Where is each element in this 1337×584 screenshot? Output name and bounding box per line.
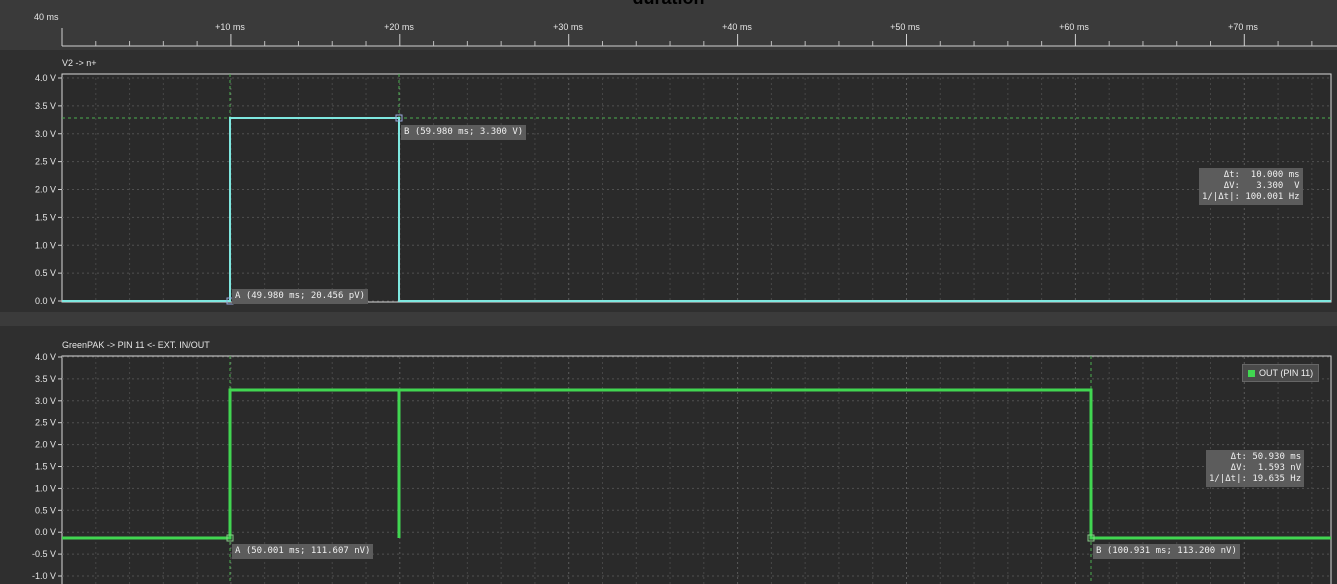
ruler-tick-label: +20 ms — [384, 22, 414, 32]
legend-swatch — [1248, 369, 1255, 377]
legend[interactable]: OUT (PIN 11) — [1242, 364, 1320, 382]
y-tick-label: 2.0 V — [35, 440, 56, 450]
channel-panel-v2[interactable]: V2 -> n+ 4.0 V 3.5 V 3.0 V 2.5 V 2.0 V 1.5 V1… — [0, 50, 1337, 312]
y-tick-label: -1.0 V — [32, 571, 56, 581]
y-tick-label: 1.5 V — [35, 462, 56, 472]
y-tick-label: 2.0 V — [35, 185, 56, 195]
y-tick-label: 4.0 V — [35, 73, 56, 83]
delta-t-readout: Δt: 50.930 ms — [1230, 452, 1302, 462]
measurement-box: Δt: 10.000 ms ΔV: 3.300 V 1/|Δt|: 100.001 … — [1199, 168, 1303, 205]
ruler-tick-label: +40 ms — [722, 22, 752, 32]
frequency-readout: 1/|Δt|: 100.001 Hz — [1202, 192, 1300, 202]
y-tick-label: 2.5 V — [35, 418, 56, 428]
y-tick-label: 0.5 V — [35, 505, 56, 515]
y-tick-label: 0.0 V — [35, 296, 56, 306]
frequency-readout: 1/|Δt|: 19.635 Hz — [1209, 474, 1302, 484]
ruler-tick-label: +60 ms — [1059, 22, 1089, 32]
delta-v-readout: ΔV: 1.593 nV — [1230, 463, 1302, 473]
y-tick-label: 1.5 V — [35, 212, 56, 222]
ruler-tick-label: +30 ms — [553, 22, 583, 32]
plot-area-v2[interactable]: 4.0 V 3.5 V 3.0 V 2.5 V 2.0 V 1.5 V 1.0 V 0.5 V… — [0, 50, 1337, 312]
y-tick-label: 3.0 V — [35, 129, 56, 139]
plot-frame — [61, 73, 1332, 303]
window-title: duration — [0, 0, 1337, 9]
cursor-a-label: A (49.980 ms; 20.456 pV) — [232, 289, 369, 304]
cursor-b-label: B (59.980 ms; 3.300 V) — [401, 125, 527, 140]
cursor-a-label: A (50.001 ms; 111.607 nV) — [232, 544, 374, 559]
y-tick-label: 1.0 V — [35, 240, 56, 250]
legend-label: OUT (PIN 11) — [1259, 368, 1314, 378]
y-tick-label: 1.0 V — [35, 483, 56, 493]
cursor-b-label: B (100.931 ms; 113.200 nV) — [1093, 544, 1240, 559]
ruler-tick-label: +70 ms — [1228, 22, 1258, 32]
measurement-box: Δt: 50.930 ms ΔV: 1.593 nV 1/|Δt|: 19.635 … — [1206, 450, 1305, 487]
y-tick-label: 3.0 V — [35, 396, 56, 406]
y-tick-label: 3.5 V — [35, 101, 56, 111]
y-tick-label: -0.5 V — [32, 549, 56, 559]
ruler-tick-label: +10 ms — [215, 22, 245, 32]
delta-v-readout: ΔV: 3.300 V — [1223, 181, 1300, 191]
ruler-origin-label: 40 ms — [34, 12, 59, 22]
y-tick-label: 0.5 V — [35, 268, 56, 278]
y-tick-label: 2.5 V — [35, 157, 56, 167]
channel-panel-greenpak[interactable]: GreenPAK -> PIN 11 <- EXT. IN/OUT 4.0 V3… — [0, 326, 1337, 584]
panel-separator[interactable] — [0, 312, 1337, 326]
y-tick-label: 0.0 V — [35, 527, 56, 537]
delta-t-readout: Δt: 10.000 ms — [1223, 170, 1300, 180]
y-tick-label: 3.5 V — [35, 374, 56, 384]
ruler-tick-label: +50 ms — [890, 22, 920, 32]
y-tick-label: 4.0 V — [35, 352, 56, 362]
